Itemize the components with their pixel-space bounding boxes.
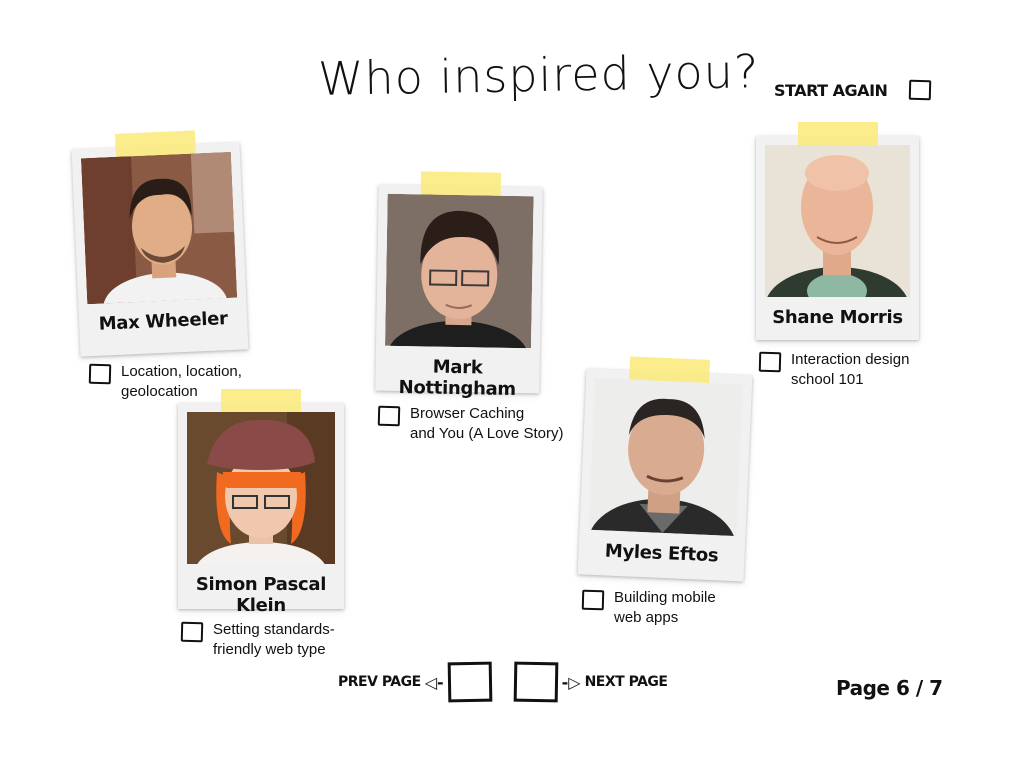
speaker-card-myles-eftos[interactable]: Myles Eftos [577, 356, 753, 582]
talk-option[interactable]: Building mobile web apps [581, 588, 716, 628]
start-again-checkbox[interactable] [909, 79, 932, 101]
speaker-name: Myles Eftos [604, 540, 719, 567]
speaker-card-shane-morris[interactable]: Shane Morris [756, 122, 919, 340]
page-title: Who inspired you? [317, 44, 760, 106]
speaker-card-simon-pascal-klein[interactable]: Simon Pascal Klein [178, 389, 344, 616]
talk-checkbox[interactable] [581, 589, 605, 611]
speaker-name: Shane Morris [772, 307, 903, 328]
speaker-name: Simon Pascal Klein [195, 574, 327, 616]
talk-checkbox[interactable] [758, 351, 782, 373]
prev-arrow-icon: ◁- [424, 672, 444, 692]
next-page-label: NEXT PAGE [584, 674, 668, 690]
talk-title: Setting standards- friendly web type [213, 621, 335, 658]
talk-title: Browser Caching and You (A Love Story) [410, 405, 564, 442]
start-again-button[interactable]: START AGAIN [774, 79, 932, 101]
talk-option[interactable]: Location, location, geolocation [88, 362, 242, 402]
speaker-photo [588, 377, 744, 537]
speaker-photo [80, 151, 238, 305]
speaker-name: Max Wheeler [98, 308, 229, 335]
speaker-card-max-wheeler[interactable]: Max Wheeler [71, 130, 249, 357]
speaker-photo [384, 193, 534, 349]
talk-title: Interaction design school 101 [791, 351, 910, 388]
speaker-card-mark-nottingham[interactable]: Mark Nottingham [375, 171, 543, 400]
speaker-photo [765, 145, 910, 297]
next-arrow-icon: -▷ [561, 672, 581, 692]
talk-option[interactable]: Setting standards- friendly web type [180, 620, 335, 660]
next-page-button[interactable] [513, 661, 558, 703]
talk-checkbox[interactable] [180, 621, 204, 643]
talk-option[interactable]: Interaction design school 101 [758, 350, 910, 390]
start-again-label: START AGAIN [774, 80, 888, 100]
talk-option[interactable]: Browser Caching and You (A Love Story) [377, 404, 564, 444]
talk-checkbox[interactable] [377, 405, 401, 427]
talk-checkbox[interactable] [88, 363, 112, 385]
prev-page-button[interactable] [447, 661, 492, 703]
prev-page-label: PREV PAGE [338, 674, 421, 690]
speaker-photo [187, 412, 335, 564]
speaker-name: Mark Nottingham [398, 356, 517, 401]
talk-title: Building mobile web apps [614, 589, 716, 626]
page-indicator: Page 6 / 7 [836, 676, 943, 700]
pager: PREV PAGE ◁- -▷ NEXT PAGE [338, 661, 668, 703]
